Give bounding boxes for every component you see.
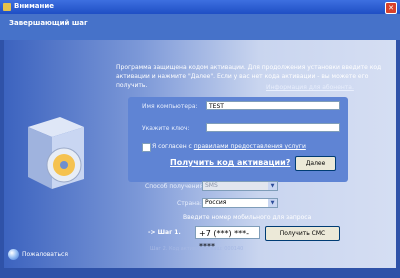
service-terms-link[interactable]: правилами предоставления услуги <box>194 143 306 150</box>
warning-icon <box>3 3 11 11</box>
report-link[interactable]: Пожаловаться <box>22 251 68 258</box>
step-title: Завершающий шаг <box>9 19 88 27</box>
header-banner: Завершающий шаг <box>0 14 400 40</box>
title-bar[interactable]: Внимание ✕ <box>0 0 400 14</box>
globe-icon[interactable] <box>8 249 19 260</box>
software-box-icon <box>28 117 84 189</box>
window-title: Внимание <box>14 2 55 10</box>
subscriber-info-link[interactable]: Информация для абонента. <box>266 84 354 91</box>
method-value: SMS <box>205 182 218 189</box>
phone-input[interactable]: +7 (***) ***-**** <box>195 226 260 251</box>
chevron-down-icon: ▼ <box>268 182 277 190</box>
close-button[interactable]: ✕ <box>385 2 397 14</box>
chevron-down-icon: ▼ <box>268 199 277 207</box>
phone-prompt: Введите номер мобильного для запроса <box>183 214 312 221</box>
country-value: Россия <box>205 199 227 206</box>
country-label: Страна: <box>177 200 202 207</box>
activation-key-field[interactable] <box>206 123 340 132</box>
get-sms-button[interactable]: Получить СМС <box>265 226 340 241</box>
intro-line-1: Программа защищена кодом активации. Для … <box>116 64 382 71</box>
computer-name-label: Имя компьютера: <box>142 103 198 110</box>
next-button[interactable]: Далее <box>295 156 336 171</box>
key-label: Укажите ключ: <box>142 125 190 132</box>
method-select[interactable]: SMS ▼ <box>202 181 278 191</box>
dialog-window: Внимание ✕ Завершающий шаг Программа защ… <box>0 0 400 278</box>
agree-label: Я согласен с правилами предоставления ус… <box>152 143 306 150</box>
method-label: Способ получения: <box>145 183 206 190</box>
agree-prefix: Я согласен с <box>152 143 194 150</box>
computer-name-field[interactable]: TEST <box>206 101 340 110</box>
step1-label: -> Шаг 1. <box>148 229 181 236</box>
get-activation-code-link[interactable]: Получить код активации? <box>170 158 290 167</box>
agree-checkbox[interactable] <box>142 143 151 152</box>
step2-hint: Шаг 2. Код активации ваш: 000140 <box>150 246 244 252</box>
country-select[interactable]: Россия ▼ <box>202 198 278 208</box>
